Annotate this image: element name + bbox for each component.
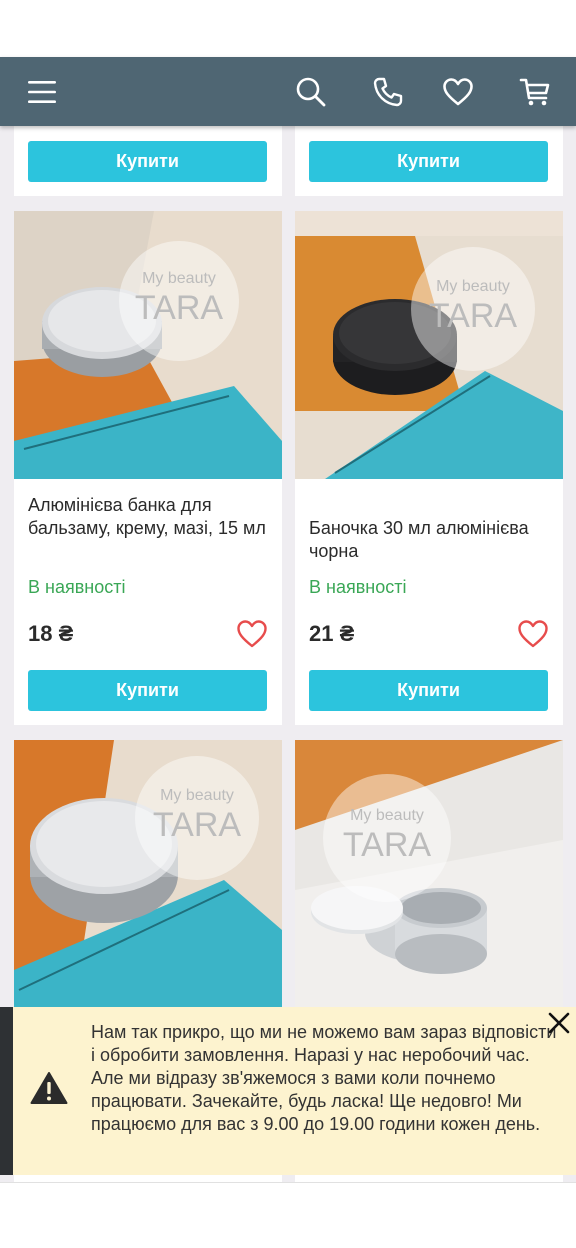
- product-card: Купити: [14, 126, 282, 196]
- watermark-text: My beauty: [160, 787, 234, 804]
- add-to-favorites-heart-icon[interactable]: [236, 619, 268, 649]
- add-to-favorites-heart-icon[interactable]: [517, 619, 549, 649]
- product-image[interactable]: My beauty TARA: [14, 211, 282, 479]
- buy-button[interactable]: Купити: [309, 670, 548, 711]
- watermark-text: My beauty: [350, 807, 424, 824]
- watermark-text: My beauty: [436, 278, 510, 295]
- cart-button[interactable]: [514, 71, 556, 113]
- non-working-hours-notice: Нам так прикро, що ми не можемо вам зара…: [0, 1007, 576, 1175]
- menu-icon: [28, 81, 56, 103]
- warning-icon: [30, 1072, 68, 1104]
- product-price: 21 ₴: [309, 621, 355, 646]
- watermark-text: TARA: [153, 806, 241, 844]
- phone-icon: [373, 77, 403, 107]
- favorites-button[interactable]: [437, 71, 479, 113]
- search-icon: [296, 77, 326, 107]
- close-icon[interactable]: [546, 1010, 572, 1036]
- product-name[interactable]: Алюмінієва банка для бальзаму, крему, ма…: [28, 494, 272, 540]
- notice-message: Нам так прикро, що ми не можемо вам зара…: [91, 1022, 557, 1134]
- top-header: [0, 57, 576, 126]
- product-name[interactable]: Баночка 30 мл алюмінієва чорна: [309, 517, 553, 563]
- bottom-area: [0, 1182, 576, 1248]
- status-bar: [0, 0, 576, 57]
- product-card[interactable]: My beauty TARA Баночка 30 мл алюмінієва …: [295, 211, 563, 725]
- watermark-text: My beauty: [142, 270, 216, 287]
- product-card[interactable]: My beauty TARA Алюмінієва банка для баль…: [14, 211, 282, 725]
- search-button[interactable]: [290, 71, 332, 113]
- product-image[interactable]: My beauty TARA: [295, 740, 563, 1008]
- product-card: Купити: [295, 126, 563, 196]
- buy-button[interactable]: Купити: [309, 141, 548, 182]
- stock-status: В наявності: [28, 577, 126, 597]
- watermark-text: TARA: [343, 826, 431, 864]
- buy-button[interactable]: Купити: [28, 670, 267, 711]
- phone-button[interactable]: [367, 71, 409, 113]
- stock-status: В наявності: [309, 577, 407, 597]
- watermark-text: TARA: [429, 297, 517, 335]
- product-image[interactable]: My beauty TARA: [295, 211, 563, 479]
- product-image[interactable]: My beauty TARA: [14, 740, 282, 1008]
- notice-accent-bar: [0, 1007, 13, 1175]
- menu-button[interactable]: [21, 71, 63, 113]
- cart-icon: [519, 78, 550, 106]
- buy-button[interactable]: Купити: [28, 141, 267, 182]
- product-price: 18 ₴: [28, 621, 74, 646]
- watermark-text: TARA: [135, 289, 223, 327]
- heart-icon: [443, 78, 473, 106]
